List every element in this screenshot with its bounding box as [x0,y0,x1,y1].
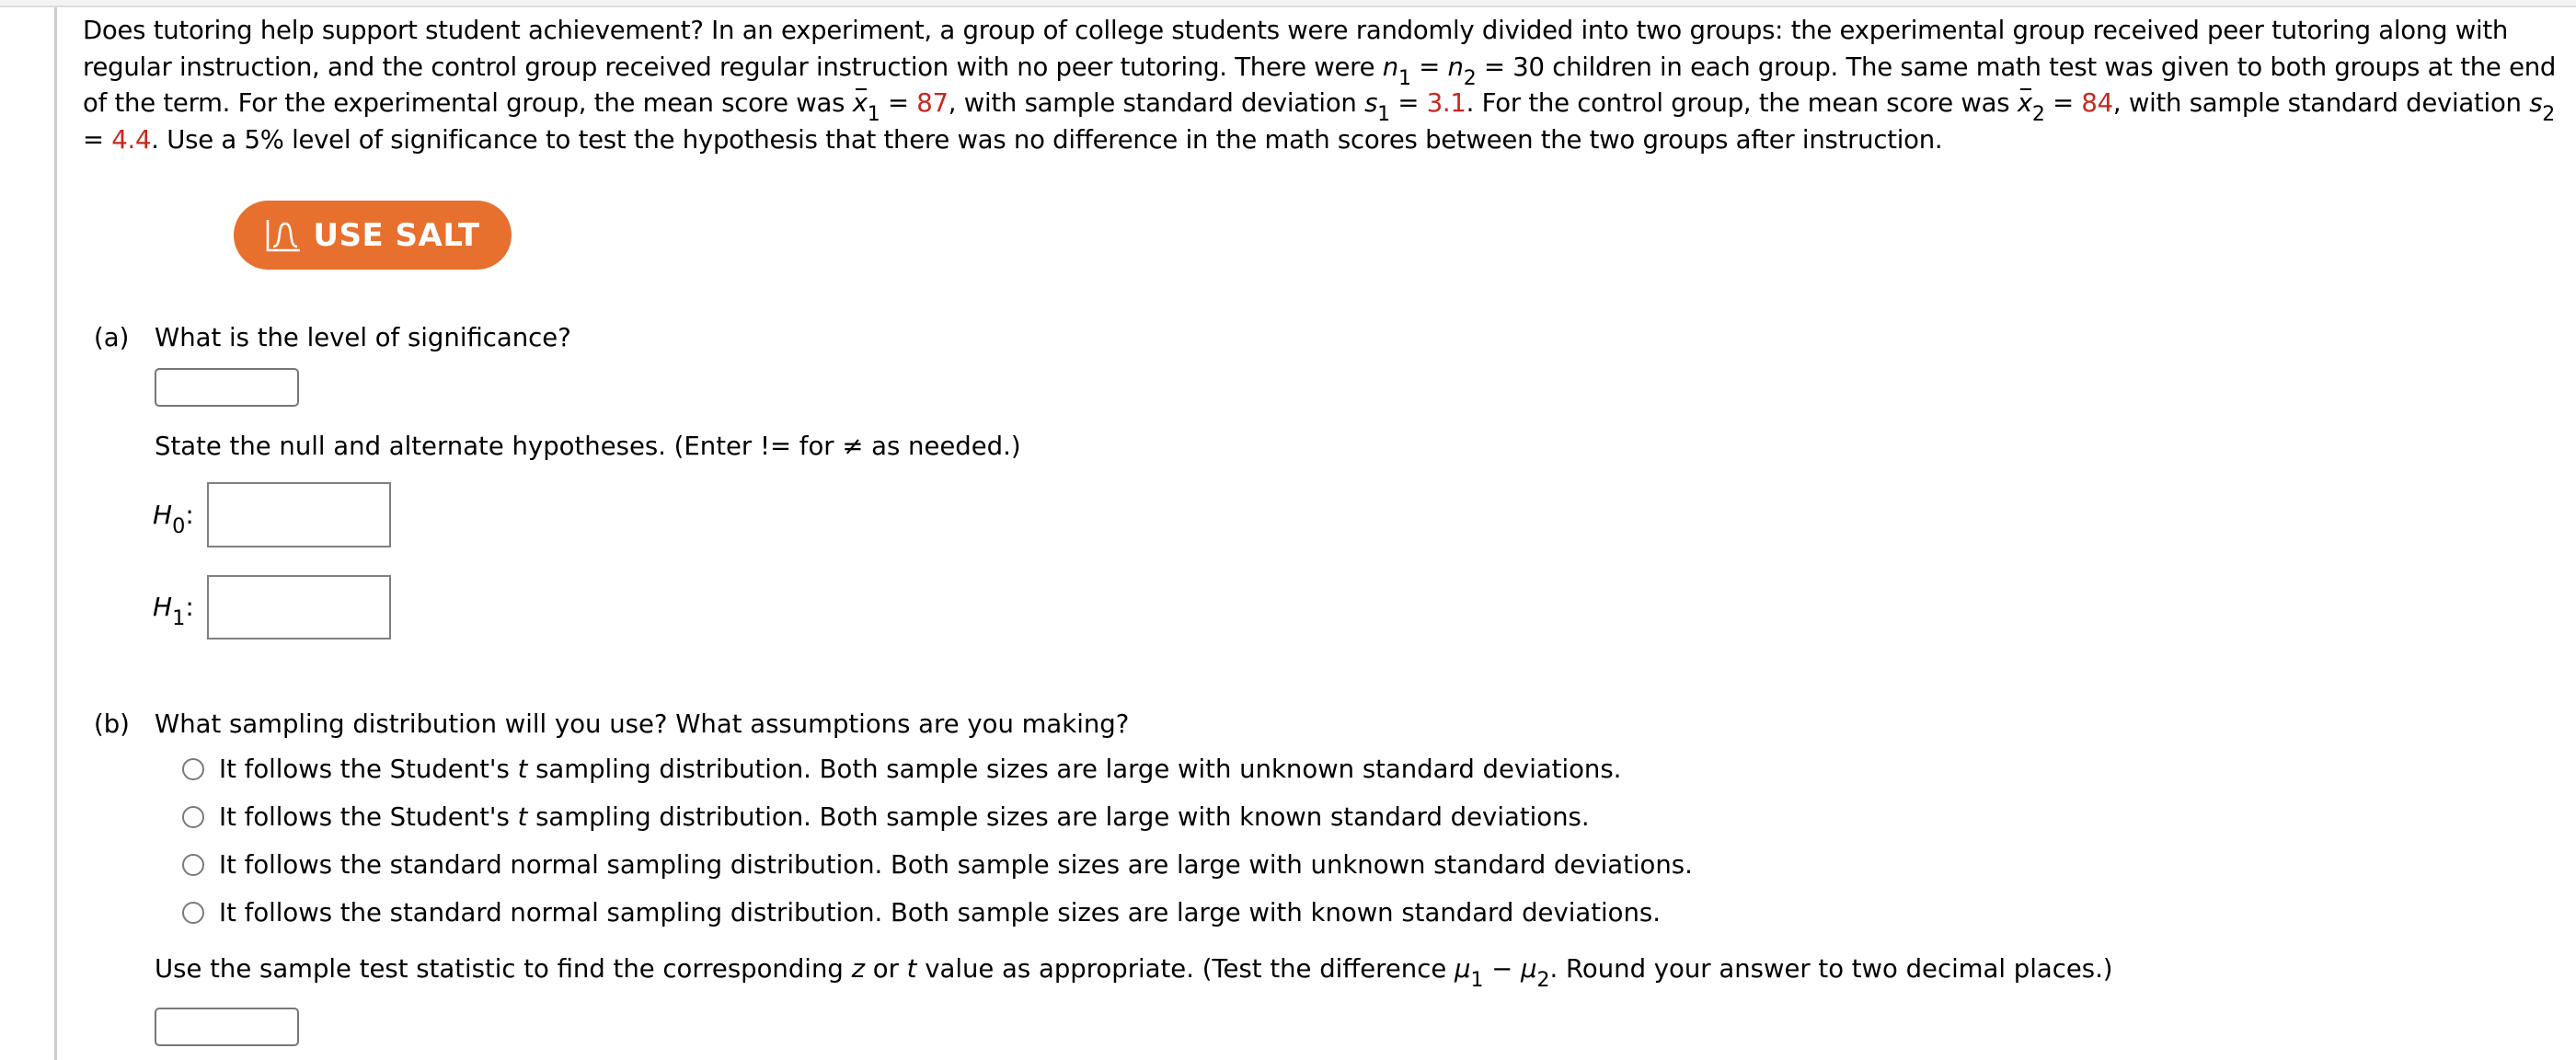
x2-subscript: 2 [2031,102,2045,126]
radio-button[interactable] [182,806,204,828]
distribution-option[interactable]: It follows the standard normal sampling … [182,850,1693,880]
t-variable: t [517,802,528,832]
equals-sign: = [1410,52,1448,82]
equals-sign: = [880,88,917,118]
colon: : [185,500,194,530]
s2-subscript: 2 [2542,102,2556,126]
part-b-label: (b) [94,709,130,739]
t-variable: t [517,755,528,784]
instruction-text: or [865,954,907,984]
problem-statement: Does tutoring help support student achie… [83,13,2558,158]
distribution-option[interactable]: It follows the standard normal sampling … [182,898,1661,928]
null-hypothesis-input[interactable] [207,482,391,547]
option-text: It follows the standard normal sampling … [219,850,1693,880]
z-variable: z [851,954,866,984]
instruction-text: value as appropriate. (Test the differen… [916,954,1455,984]
radio-button[interactable] [182,758,204,780]
x2-bar-variable: x [2018,86,2032,122]
option-label: It follows the standard normal sampling … [219,898,1661,928]
use-salt-button[interactable]: USE SALT [234,201,512,270]
part-a-label: (a) [94,323,130,352]
equals-sign: = [83,124,112,155]
top-band [0,0,2576,7]
mu2-variable: μ [1521,954,1537,984]
equals-sign: = [1389,88,1427,118]
radio-button[interactable] [182,902,204,924]
option-text: It follows the Student's [219,802,518,832]
x2-value: 84 [2081,88,2113,118]
x1-bar-variable: x [853,86,868,122]
s2-value: 4.4 [111,124,152,155]
h1-label: H1: [153,592,194,630]
colon: : [185,592,194,622]
t-variable: t [906,954,917,984]
test-statistic-instruction: Use the sample test statistic to find th… [155,954,2113,990]
alternate-hypothesis-input[interactable] [207,575,391,639]
problem-text: , with sample standard deviation [2112,88,2530,118]
mu1-subscript: 1 [1470,968,1484,992]
mu2-subscript: 2 [1536,968,1550,992]
distribution-option[interactable]: It follows the Student's t sampling dist… [182,802,1590,832]
instruction-text: . Round your answer to two decimal place… [1549,954,2113,984]
equals-sign: = [2044,88,2082,118]
test-statistic-input[interactable] [155,1008,299,1046]
hypotheses-instruction: State the null and alternate hypotheses.… [155,432,1021,461]
distribution-curve-icon [267,219,301,251]
n2-variable: n [1447,52,1464,82]
distribution-option[interactable]: It follows the Student's t sampling dist… [182,755,1621,784]
radio-button[interactable] [182,854,204,876]
s1-subscript: 1 [1377,102,1390,126]
problem-text: . For the control group, the mean score … [1466,88,2018,118]
h1-variable: H [153,592,173,622]
option-text: It follows the Student's [219,755,518,784]
use-salt-label: USE SALT [313,216,480,254]
h0-label: H0: [153,500,194,538]
x1-subscript: 1 [867,102,880,126]
instruction-text: Use the sample test statistic to find th… [155,954,852,984]
h0-variable: H [153,500,173,530]
n2-subscript: 2 [1463,66,1477,90]
s2-variable: s [2529,88,2543,118]
problem-text: , with sample standard deviation [948,88,1365,118]
option-text: It follows the standard normal sampling … [219,898,1661,928]
option-label: It follows the standard normal sampling … [219,850,1693,880]
n1-subscript: 1 [1397,66,1411,90]
s1-variable: s [1364,88,1378,118]
part-b-question: What sampling distribution will you use?… [155,709,1130,739]
option-text: sampling distribution. Both sample sizes… [527,755,1622,784]
left-divider [54,7,57,1060]
h1-subscript: 1 [172,606,186,631]
mu1-variable: μ [1455,954,1471,984]
s1-value: 3.1 [1426,88,1466,118]
part-a-question: What is the level of significance? [155,323,571,352]
minus-sign: − [1483,954,1522,984]
h0-subscript: 0 [172,514,186,539]
option-text: sampling distribution. Both sample sizes… [527,802,1590,832]
x1-value: 87 [916,88,949,118]
problem-outro: . Use a 5% level of significance to test… [151,124,1943,155]
significance-level-input[interactable] [155,368,299,407]
option-label: It follows the Student's t sampling dist… [219,802,1590,832]
option-label: It follows the Student's t sampling dist… [219,755,1621,784]
n1-variable: n [1382,52,1398,82]
